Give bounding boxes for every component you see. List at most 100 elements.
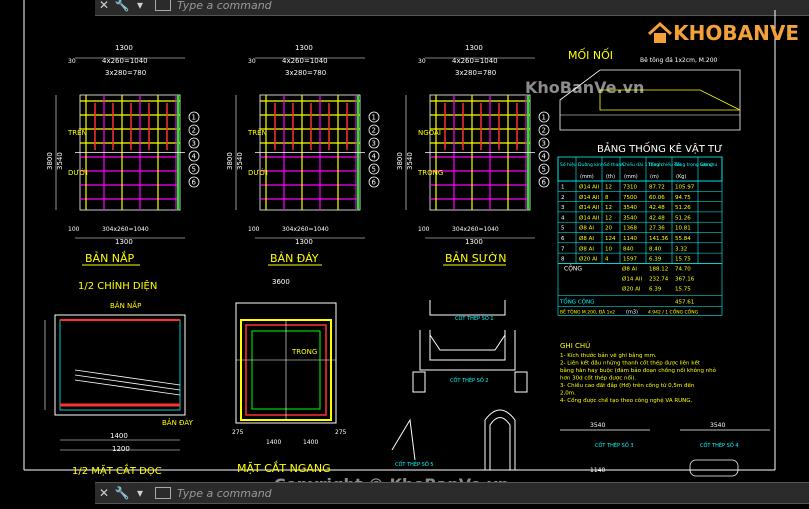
table-unit-cell: (th) (606, 174, 615, 180)
rebar-balloon: 4 (542, 153, 547, 161)
dim-height-inner: 3540 (406, 152, 414, 170)
side-label-top: TRÊN (247, 128, 267, 137)
rebar-detail-shapes (391, 300, 528, 470)
dim-100: 100 (418, 226, 430, 233)
label-cot-thep-4: CỐT THÉP SỐ 4 (700, 441, 739, 449)
dim-height-outer: 3800 (46, 152, 54, 170)
bottom-command-bar[interactable]: ✕ 🔧 ▾ Type a command (95, 482, 809, 504)
label-cot-thep-2: CỐT THÉP SỐ 2 (450, 376, 489, 384)
label-cot-thep-3: CỐT THÉP SỐ 3 (595, 441, 634, 449)
command-prompt-icon (155, 487, 171, 499)
khobanve-logo: KHOBANVE (647, 20, 799, 46)
rebar-balloon: 2 (542, 127, 546, 135)
dim-overall-width-bottom: 1300 (115, 238, 133, 246)
table-cong-cell: 188.12 (649, 266, 668, 272)
table-cell: Ø14 AII (579, 194, 599, 201)
table-cell: 55.84 (675, 236, 691, 242)
close-icon[interactable]: ✕ (95, 486, 113, 500)
rebar-balloon: 3 (192, 140, 196, 148)
table-unit-cell: (mm) (580, 174, 594, 180)
table-cell: 60.06 (649, 195, 665, 201)
rebar-balloon: 1 (372, 114, 376, 122)
table-cell: Ø14 AII (579, 204, 599, 211)
dim-overall-width-bottom: 1300 (465, 238, 483, 246)
table-cong-cell: 6.39 (649, 286, 662, 292)
cad-drawing-canvas[interactable]: 13004x260=10403x280=78030100 304x260=1040… (0, 0, 809, 509)
dim-overall-width: 1300 (115, 44, 133, 52)
dim-height-outer: 3800 (226, 152, 234, 170)
table-cong-cell: 74.70 (675, 266, 691, 272)
table-cong-cell: 232.74 (649, 276, 669, 282)
table-cell: 1 (561, 185, 565, 191)
dim-100: 100 (248, 226, 260, 233)
dim-overall-width: 1300 (465, 44, 483, 52)
side-label-bottom: DƯỚI (68, 168, 88, 177)
bottom-dim-a: 3540 (590, 422, 605, 429)
rebar-balloon: 3 (542, 140, 546, 148)
note-line: 2,0m. (560, 391, 576, 397)
watermark-site: KhoBanVe.vn (525, 78, 644, 97)
rebar-balloon: 6 (372, 179, 377, 187)
label-ban-nap-small: BẢN NẮP (110, 300, 141, 310)
dim-width-bottom: 304x260=1040 (282, 226, 329, 233)
chevron-down-icon[interactable]: ▾ (131, 486, 149, 500)
table-cell: 42.48 (649, 205, 665, 211)
dim-height-outer: 3800 (396, 152, 404, 170)
rebar-balloon: 4 (192, 153, 197, 161)
table-cell: Ø14 AII (579, 184, 599, 191)
dim-width-bottom: 304x260=1040 (452, 226, 499, 233)
table-cell: 4 (605, 257, 609, 263)
label-cot-thep-5: CỐT THÉP SỐ 5 (395, 460, 434, 468)
table-cell: 1597 (623, 257, 637, 263)
note-line: 1- Kích thước bản vẽ ghi bằng mm. (560, 352, 657, 359)
rebar-balloon: 6 (542, 179, 547, 187)
table-unit-cell: (m) (650, 174, 659, 180)
title-chinh-dien: 1/2 CHÍNH DIỆN (78, 279, 157, 292)
table-header-cell: Đường kính (578, 161, 604, 168)
dim-30: 30 (248, 58, 256, 65)
table-unit-cell: (Kg) (676, 174, 686, 180)
settings-wrench-icon[interactable]: 🔧 (113, 486, 131, 500)
table-cell: 5 (561, 226, 565, 232)
table-cell: 10 (605, 246, 612, 252)
dim-1400-chinh-dien: 1400 (110, 432, 128, 440)
house-logo-icon (648, 21, 673, 43)
rebar-hook-shape (689, 459, 739, 477)
rebar-balloon: 2 (192, 127, 196, 135)
table-cong-cell: 15.75 (675, 286, 691, 292)
table-cell: 141.36 (649, 236, 669, 242)
table-cong-label: CỘNG (564, 265, 582, 272)
dim-width-bottom: 304x260=1040 (102, 226, 149, 233)
rebar-balloon: 5 (372, 166, 376, 174)
table-cell: 7 (561, 246, 565, 252)
table-cell: 94.75 (675, 195, 691, 201)
table-cell: 4 (561, 215, 565, 221)
side-label-bottom: TRONG (417, 169, 443, 177)
table-cell: 87.72 (649, 185, 665, 191)
dim-height-inner: 3540 (56, 152, 64, 170)
dim-3600-ngang: 3600 (272, 278, 290, 286)
table-cell: 1140 (623, 236, 637, 242)
title-mat-cat-doc: 1/2 MẶT CẮT DỌC (72, 463, 162, 477)
table-be-tong-value: 4.942 / 1 CỐNG CỐNG (648, 307, 699, 315)
table-cell: 3 (561, 205, 565, 211)
note-line: 2- Liên kết đầu những thanh cốt thép đượ… (560, 359, 701, 367)
table-cell: 105.97 (675, 185, 695, 191)
table-cell: 6.39 (649, 257, 662, 263)
table-cell: 1368 (623, 226, 637, 232)
bottom-dim-c: 1140 (590, 467, 605, 474)
table-cell: 8 (561, 257, 565, 263)
dim-1400-ngang-right: 1400 (303, 439, 318, 446)
title-moi-noi: MỐI NỐI (568, 48, 613, 62)
table-cell: 8.40 (649, 246, 662, 252)
dim-1200-chinh-dien: 1200 (112, 445, 130, 453)
note-line: 4- Cống được chế tạo theo công nghệ VA R… (560, 397, 693, 404)
dim-overall-width: 1300 (295, 44, 313, 52)
command-input[interactable]: Type a command (177, 487, 272, 500)
table-cell: Ø14 AII (579, 214, 599, 221)
table-cell: 51.26 (675, 205, 691, 211)
table-cell: 42.48 (649, 215, 665, 221)
table-tong-cong: TỔNG CỘNG (559, 297, 594, 305)
label-be-tong-da: Bê tông đá 1x2cm, M.200 (640, 57, 718, 64)
bottom-dim-b: 3540 (710, 422, 725, 429)
